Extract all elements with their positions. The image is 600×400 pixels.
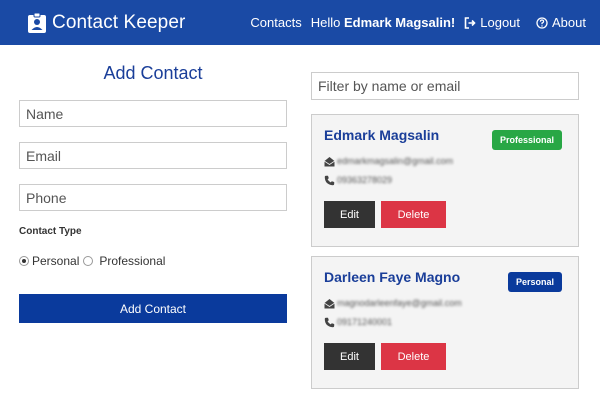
card-actions: Edit Delete	[324, 343, 566, 370]
name-input[interactable]	[19, 100, 287, 127]
phone-icon	[324, 317, 335, 327]
contact-type-badge: Personal	[507, 272, 562, 292]
brand[interactable]: Contact Keeper	[28, 12, 185, 34]
nav-links: Contacts Hello Edmark Magsalin! Logout A…	[250, 15, 586, 30]
delete-button[interactable]: Delete	[381, 343, 446, 370]
contact-card: Darleen Faye Magno Personal magnodarleen…	[311, 256, 579, 389]
id-badge-icon	[28, 12, 46, 33]
envelope-open-icon	[324, 156, 335, 166]
add-contact-form: Add Contact Contact Type Personal Profes…	[19, 55, 287, 323]
envelope-open-icon	[324, 298, 335, 308]
app-title: Contact Keeper	[52, 11, 186, 33]
contact-type-radios: Personal Professional	[19, 254, 287, 268]
contact-phone: 09171240001	[337, 317, 393, 327]
professional-radio[interactable]	[83, 256, 94, 266]
contact-email: edmarkmagsalin@gmail.com	[337, 156, 454, 166]
card-actions: Edit Delete	[324, 201, 566, 228]
contact-card: Edmark Magsalin Professional edmarkmagsa…	[311, 114, 579, 247]
greeting-prefix: Hello	[310, 15, 341, 30]
phone-icon	[324, 175, 335, 185]
user-greeting: Hello Edmark Magsalin!	[311, 15, 456, 30]
navbar: Contact Keeper Contacts Hello Edmark Mag…	[0, 0, 600, 45]
about-link[interactable]: About	[536, 15, 586, 30]
contact-phone: 09363278029	[337, 175, 393, 185]
nav-contacts-link[interactable]: Contacts	[250, 15, 301, 30]
contact-type-label: Contact Type	[19, 226, 82, 237]
contact-list-panel: Edmark Magsalin Professional edmarkmagsa…	[311, 72, 579, 389]
phone-input[interactable]	[19, 184, 287, 211]
delete-button[interactable]: Delete	[381, 201, 446, 228]
personal-radio-label[interactable]: Personal	[32, 254, 79, 268]
about-label: About	[552, 15, 586, 30]
logout-link[interactable]: Logout	[464, 15, 520, 30]
sign-out-icon	[464, 16, 476, 29]
contact-email-row: edmarkmagsalin@gmail.com	[324, 155, 566, 167]
logout-label: Logout	[480, 15, 521, 30]
personal-radio[interactable]	[19, 256, 29, 266]
edit-button[interactable]: Edit	[324, 343, 375, 370]
email-input[interactable]	[19, 142, 287, 169]
professional-radio-label[interactable]: Professional	[99, 254, 165, 268]
contact-phone-row: 09171240001	[324, 316, 566, 328]
contact-type-badge: Professional	[491, 130, 562, 150]
contact-phone-row: 09363278029	[324, 174, 566, 186]
add-contact-button[interactable]: Add Contact	[19, 294, 287, 323]
contact-email-row: magnodarleenfaye@gmail.com	[324, 297, 566, 309]
form-title: Add Contact	[103, 63, 203, 83]
user-name: Edmark Magsalin!	[343, 15, 456, 30]
edit-button[interactable]: Edit	[324, 201, 375, 228]
filter-input[interactable]	[311, 72, 579, 100]
question-circle-icon	[536, 16, 548, 29]
contact-email: magnodarleenfaye@gmail.com	[337, 298, 462, 308]
